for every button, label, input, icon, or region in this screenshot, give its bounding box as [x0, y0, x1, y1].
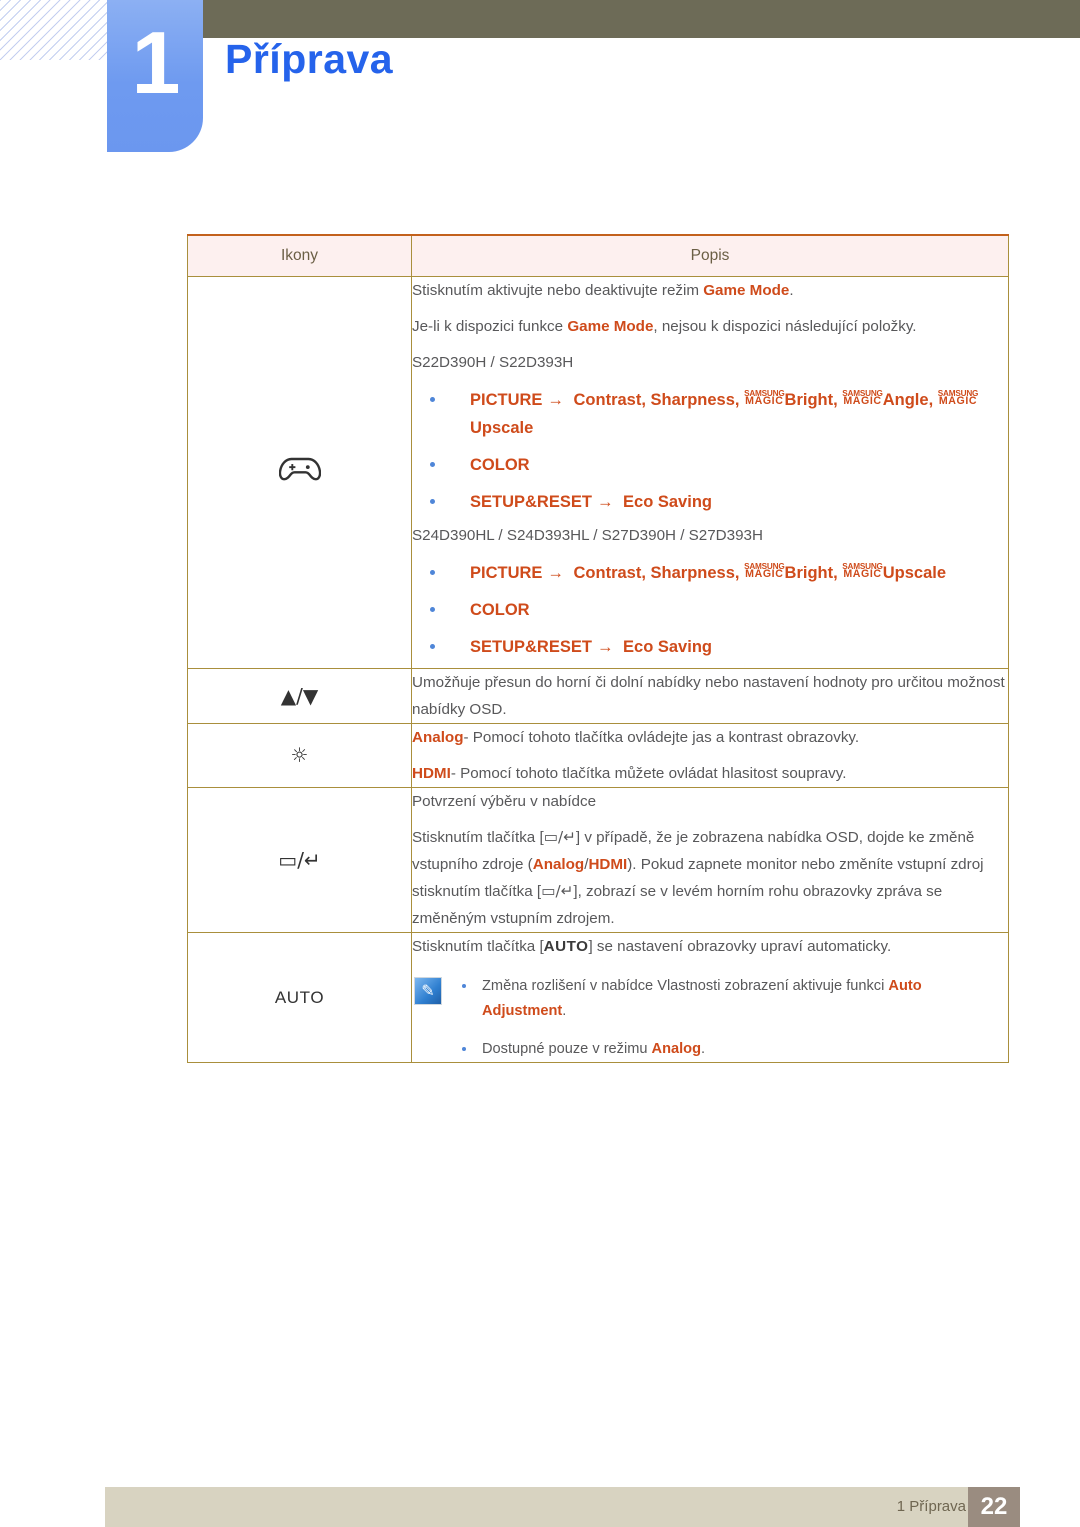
- table-header-row: Ikony Popis: [187, 234, 1009, 277]
- list-item: Změna rozlišení v nabídce Vlastnosti zob…: [456, 974, 1008, 1025]
- table-row: Stisknutím aktivujte nebo deaktivujte re…: [187, 276, 1009, 669]
- analog-term: Analog: [412, 728, 464, 746]
- desc-line: Stisknutím tlačítka [AUTO] se nastavení …: [412, 937, 892, 955]
- menu-path-setupreset: SETUP&RESET → Eco Saving: [426, 488, 1008, 516]
- column-header-ikony: Ikony: [187, 234, 412, 277]
- arrow-icon: →: [547, 391, 564, 410]
- desc-line: Analog- Pomocí tohoto tlačítka ovládejte…: [412, 728, 860, 746]
- model-group-1: S22D390H / S22D393H: [412, 354, 574, 372]
- menu-path-color: COLOR: [426, 451, 1008, 479]
- table-row: ▲/▼ Umožňuje přesun do horní či dolní na…: [187, 667, 1009, 724]
- desc-line: HDMI- Pomocí tohoto tlačítka můžete ovlá…: [412, 764, 847, 782]
- analog-term: Analog: [532, 855, 585, 873]
- game-mode-term: Game Mode: [703, 282, 790, 299]
- samsung-magic-mark: SAMSUNG MAGIC: [937, 388, 979, 408]
- gamepad-description-cell: Stisknutím aktivujte nebo deaktivujte re…: [411, 276, 1009, 669]
- gamepad-icon-cell: [187, 276, 412, 669]
- brightness-description-cell: Analog- Pomocí tohoto tlačítka ovládejte…: [411, 722, 1009, 788]
- hdmi-term: HDMI: [412, 764, 451, 782]
- footer-bar: [105, 1487, 1009, 1527]
- menu-path-picture: PICTURE → Contrast, Sharpness, SAMSUNG MAG…: [426, 386, 1008, 442]
- table-row: AUTO Stisknutím tlačítka [AUTO] se nasta…: [187, 931, 1009, 1064]
- note-list: Změna rozlišení v nabídce Vlastnosti zob…: [456, 974, 1008, 1062]
- samsung-magic-mark: SAMSUNG MAGIC: [744, 561, 785, 581]
- desc-line: Je-li k dispozici funkce Game Mode, nejs…: [412, 318, 917, 336]
- samsung-magic-mark: SAMSUNG MAGIC: [842, 388, 883, 408]
- menu-path-setupreset: SETUP&RESET → Eco Saving: [426, 633, 1008, 661]
- list-item: Dostupné pouze v režimu Analog.: [456, 1037, 1008, 1062]
- chapter-number-badge: 1: [107, 0, 203, 152]
- decorative-hatch-pattern: [0, 0, 110, 60]
- menu-enter-icon-inline: ▭/↵: [541, 881, 574, 900]
- samsung-magic-mark: SAMSUNG MAGIC: [744, 388, 785, 408]
- note-pencil-icon: ✎: [414, 976, 442, 1005]
- menu-enter-icon-inline: ▭/↵: [543, 827, 576, 846]
- auto-key-label: AUTO: [543, 937, 589, 955]
- game-mode-term: Game Mode: [567, 318, 654, 336]
- desc-line: Stisknutím tlačítka [▭/↵] v případě, že …: [412, 827, 984, 927]
- analog-term: Analog: [651, 1040, 702, 1057]
- samsung-magic-mark: SAMSUNG MAGIC: [842, 561, 883, 581]
- table-row: ▭/↵ Potvrzení výběru v nabídce Stisknutí…: [187, 786, 1009, 933]
- arrow-icon: →: [596, 493, 614, 512]
- desc-line: Potvrzení výběru v nabídce: [412, 792, 597, 810]
- menu-enter-description-cell: Potvrzení výběru v nabídce Stisknutím tl…: [411, 786, 1009, 933]
- up-down-arrows-icon: ▲/▼: [187, 667, 412, 724]
- page-number-box: 22: [968, 1487, 1020, 1527]
- header-olive-bar: [107, 0, 1080, 38]
- arrow-icon: →: [547, 564, 564, 583]
- menu-enter-icon: ▭/↵: [187, 786, 412, 933]
- footer-chapter-ref: 1 Příprava: [896, 1498, 966, 1515]
- auto-button-icon: AUTO: [187, 931, 412, 1064]
- menu-path-list-group-1: PICTURE → Contrast, Sharpness, SAMSUNG MAG…: [412, 386, 1008, 516]
- table-row: ☼ Analog- Pomocí tohoto tlačítka ovládej…: [187, 722, 1009, 788]
- menu-path-list-group-2: PICTURE → Contrast, Sharpness, SAMSUNG MAG…: [412, 559, 1008, 661]
- up-down-description-cell: Umožňuje přesun do horní či dolní nabídk…: [411, 667, 1009, 724]
- desc-line: Umožňuje přesun do horní či dolní nabídk…: [412, 673, 1005, 718]
- gamepad-icon: [278, 458, 321, 481]
- arrow-icon: →: [596, 638, 614, 657]
- menu-path-picture: PICTURE → Contrast, Sharpness, SAMSUNG MAG…: [426, 559, 1008, 587]
- model-group-2: S24D390HL / S24D393HL / S27D390H / S27D3…: [412, 527, 763, 545]
- desc-line: Stisknutím aktivujte nebo deaktivujte re…: [412, 282, 794, 299]
- column-header-popis: Popis: [411, 234, 1009, 277]
- menu-path-color: COLOR: [426, 596, 1008, 624]
- auto-description-cell: Stisknutím tlačítka [AUTO] se nastavení …: [411, 931, 1009, 1064]
- page-title: Příprava: [225, 36, 394, 82]
- hdmi-term: HDMI: [588, 855, 628, 873]
- icon-description-table: Ikony Popis Stisknutím aktivujte nebo de…: [187, 234, 1009, 1064]
- note-block: ✎ Změna rozlišení v nabídce Vlastnosti z…: [412, 974, 1008, 1062]
- brightness-icon: ☼: [187, 722, 412, 788]
